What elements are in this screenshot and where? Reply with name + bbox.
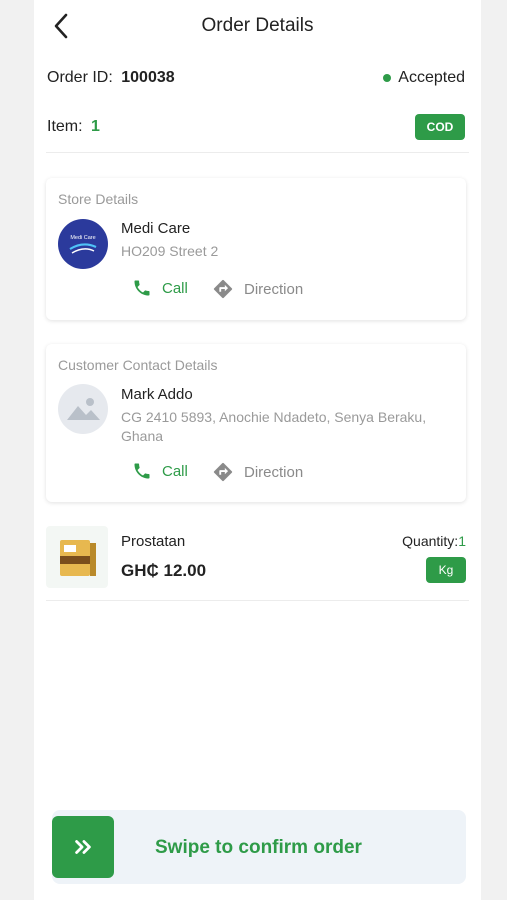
quantity-label: Quantity: xyxy=(402,533,459,549)
order-id-label: Order ID: xyxy=(47,69,113,86)
item-count: 1 xyxy=(91,118,100,135)
direction-label: Direction xyxy=(244,463,304,481)
payment-badge: COD xyxy=(415,114,465,140)
customer-details-card: Customer Contact Details Mark Addo CG 24… xyxy=(46,344,466,502)
call-label: Call xyxy=(162,462,188,480)
direction-label: Direction xyxy=(244,280,304,298)
double-chevron-right-icon xyxy=(75,840,91,854)
order-id-value: 100038 xyxy=(121,69,175,86)
store-call-button[interactable]: Call xyxy=(132,278,188,298)
product-quantity: Quantity:1 xyxy=(402,533,466,549)
status-dot-icon xyxy=(383,74,392,82)
direction-icon xyxy=(213,279,233,299)
top-bar: Order Details xyxy=(34,0,481,52)
product-image xyxy=(46,526,108,588)
divider xyxy=(46,152,469,153)
item-count-row: Item: 1 xyxy=(47,118,100,136)
product-row[interactable]: Prostatan GH₵ 12.00 Quantity:1 Kg xyxy=(46,526,466,596)
customer-direction-button[interactable]: Direction xyxy=(212,461,303,483)
card-title: Store Details xyxy=(58,191,139,207)
image-placeholder-icon xyxy=(67,398,100,420)
quantity-value: 1 xyxy=(458,533,466,549)
customer-address: CG 2410 5893, Anochie Ndadeto, Senya Ber… xyxy=(121,409,427,444)
divider xyxy=(46,600,469,601)
product-name: Prostatan xyxy=(121,533,186,550)
store-details-card: Store Details Medi Care Medi Care HO209 … xyxy=(46,178,466,320)
customer-name: Mark Addo xyxy=(121,386,193,403)
store-address: HO209 Street 2 xyxy=(121,243,219,259)
product-box-icon xyxy=(60,540,96,576)
store-direction-button[interactable]: Direction xyxy=(212,278,303,300)
order-id-row: Order ID: 100038 xyxy=(47,69,175,87)
logo-text: Medi Care xyxy=(70,235,95,241)
call-label: Call xyxy=(162,279,188,297)
page-title: Order Details xyxy=(201,15,314,36)
order-status: Accepted xyxy=(383,69,465,87)
order-details-screen: Order Details Order ID: 100038 Accepted … xyxy=(34,0,481,900)
status-text: Accepted xyxy=(398,69,465,86)
unit-badge: Kg xyxy=(426,557,466,583)
item-label: Item: xyxy=(47,118,83,135)
swipe-handle[interactable] xyxy=(52,816,114,878)
store-logo: Medi Care xyxy=(58,219,108,269)
phone-icon xyxy=(134,463,150,479)
phone-icon xyxy=(134,280,150,296)
swipe-to-confirm-slider[interactable]: Swipe to confirm order xyxy=(52,810,466,884)
card-title: Customer Contact Details xyxy=(58,357,218,373)
store-name: Medi Care xyxy=(121,220,191,237)
customer-avatar xyxy=(58,384,108,434)
product-price: GH₵ 12.00 xyxy=(121,561,207,580)
customer-call-button[interactable]: Call xyxy=(132,461,188,481)
medicare-logo-icon: Medi Care xyxy=(69,235,97,254)
direction-icon xyxy=(213,462,233,482)
swipe-label: Swipe to confirm order xyxy=(155,837,362,858)
